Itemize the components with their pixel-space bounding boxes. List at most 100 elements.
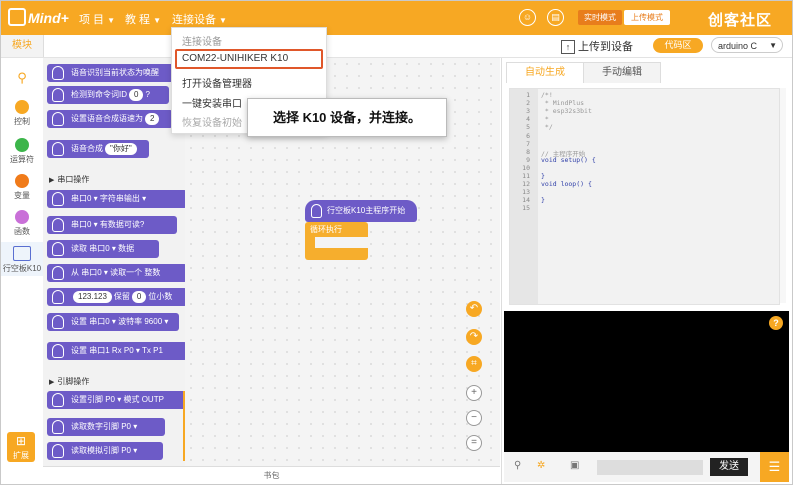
category-operators[interactable]: 运算符 <box>1 138 43 165</box>
folder-icon[interactable]: ▤ <box>547 9 564 26</box>
restore-device-init[interactable]: 恢复设备初始 <box>182 114 242 129</box>
palette-block[interactable]: 设置 串口0 ▾ 波特率 9600 ▾ <box>47 313 179 331</box>
section-label: 引脚操作 <box>57 377 90 386</box>
clear-icon[interactable]: ▣ <box>570 460 579 471</box>
zoom-reset-icon[interactable]: = <box>466 435 482 451</box>
palette-block[interactable]: 读取模拟引脚 P0 ▾ <box>47 442 163 460</box>
code-editor[interactable]: 1 /*! 2 * MindPlus 3 * esp32s3bit 4 * 5 */ 6 7 8… <box>509 88 780 305</box>
block-input[interactable]: "你好" <box>105 143 137 155</box>
instruction-callout: 选择 K10 设备，并连接。 <box>247 98 447 137</box>
upload-to-device-button[interactable]: ↑ 上传到设备 <box>561 38 633 54</box>
block-input[interactable]: 0 <box>131 291 147 303</box>
line-number: 13 <box>522 188 530 197</box>
category-variables[interactable]: 变量 <box>1 174 43 201</box>
menu-project[interactable]: 项 目 ▼ <box>79 11 115 27</box>
device-com22-k10[interactable]: COM22-UNIHIKER K10 <box>182 53 288 64</box>
category-k10[interactable]: 行空板K10 <box>1 242 43 276</box>
help-icon[interactable]: ? <box>769 316 783 330</box>
upload-mode-button[interactable]: 上传模式 <box>624 10 670 25</box>
category-dot <box>15 100 29 114</box>
category-label: 控制 <box>14 117 30 126</box>
palette-block[interactable]: 串口0 ▾ 字符串输出 ▾ <box>47 190 185 208</box>
block-text: 设置 串口0 ▾ 波特率 9600 ▾ <box>71 317 169 326</box>
code-area-toggle[interactable]: 代码区 <box>653 38 703 53</box>
block-text: 语音识别当前状态为唤醒 <box>71 68 159 77</box>
block-icon <box>52 266 64 280</box>
crop-icon[interactable]: ⌗ <box>466 356 482 372</box>
line-number: 10 <box>522 163 530 172</box>
menu-tutorial[interactable]: 教 程 ▼ <box>125 11 161 27</box>
realtime-mode-button[interactable]: 实时模式 <box>578 10 622 25</box>
open-device-manager[interactable]: 打开设备管理器 <box>182 75 252 90</box>
app-window: Mind+ 项 目 ▼ 教 程 ▼ 连接设备 ▼ ☺ ▤ 实时模式 上传模式 创客社区… <box>0 0 793 485</box>
install-serial-driver[interactable]: 一键安装串口 <box>182 95 242 110</box>
code-line: /*! <box>541 91 553 99</box>
palette-block[interactable]: 语音识别当前状态为唤醒 <box>47 64 181 82</box>
palette-block[interactable]: 设置引脚 P0 ▾ 模式 OUTP <box>47 391 185 409</box>
board-select[interactable]: arduino C ▼ <box>711 37 783 53</box>
board-select-value: arduino C <box>718 41 758 51</box>
section-serial[interactable]: ▶ 串口操作 <box>49 174 89 185</box>
code-line: } <box>541 172 545 180</box>
palette-block[interactable]: 语音合成 "你好" <box>47 140 149 158</box>
chevron-down-icon: ▼ <box>769 41 777 50</box>
block-icon <box>52 290 64 304</box>
block-icon <box>52 142 64 156</box>
palette-block[interactable]: 从 串口0 ▾ 读取一个 整数 <box>47 264 185 282</box>
zoom-in-icon[interactable]: + <box>466 385 482 401</box>
send-button[interactable]: 发送 <box>710 458 748 476</box>
palette-block[interactable]: 检测到命令词ID 0? <box>47 86 169 104</box>
usb-icon[interactable]: ⚲ <box>514 460 521 471</box>
settings-icon[interactable]: ✲ <box>537 460 545 471</box>
tab-manual-edit[interactable]: 手动编辑 <box>583 62 661 83</box>
palette-block[interactable]: 读取 串口0 ▾ 数据 <box>47 240 159 258</box>
line-number: 8 <box>526 147 530 156</box>
backpack-bar[interactable]: 书包 <box>43 466 500 484</box>
category-functions[interactable]: 函数 <box>1 210 43 237</box>
toolbar: 模块 ↑ 上传到设备 代码区 arduino C ▼ <box>1 35 792 58</box>
tab-modules[interactable]: 模块 <box>1 35 44 57</box>
palette-block[interactable]: 123.123 保留 0 位小数 <box>47 288 185 306</box>
block-icon <box>52 112 64 126</box>
palette-block[interactable]: 读取数字引脚 P0 ▾ <box>47 418 165 436</box>
search-icon: ⚲ <box>17 70 27 85</box>
palette-block[interactable]: 串口0 ▾ 有数据可读? <box>47 216 177 234</box>
zoom-out-icon[interactable]: − <box>466 410 482 426</box>
menu-connect-device[interactable]: 连接设备 ▼ <box>172 11 227 27</box>
palette-block[interactable]: 设置语音合成语速为 2 <box>47 110 173 128</box>
extension-button[interactable]: ⊞ 扩展 <box>7 432 35 462</box>
menu-icon[interactable]: ☰ <box>760 452 789 482</box>
serial-input[interactable] <box>597 460 703 475</box>
section-pins[interactable]: ▶ 引脚操作 <box>49 376 89 387</box>
emoji-icon[interactable]: ☺ <box>519 9 536 26</box>
block-text: 位小数 <box>148 292 173 301</box>
block-input[interactable]: 0 <box>129 89 144 101</box>
category-control[interactable]: 控制 <box>1 100 43 127</box>
block-text: 从 串口0 ▾ 读取一个 整数 <box>71 268 161 277</box>
dropdown-header: 连接设备 <box>182 37 222 48</box>
block-input[interactable]: 123.123 <box>73 291 112 303</box>
menu-tutorial-label: 教 程 <box>125 14 151 26</box>
code-scrollbar[interactable] <box>780 88 786 303</box>
tab-auto-generate[interactable]: 自动生成 <box>506 62 584 83</box>
category-search[interactable]: ⚲ <box>1 70 43 86</box>
line-number: 1 <box>526 91 530 99</box>
block-icon <box>52 315 64 329</box>
code-line: * MindPlus <box>541 99 585 108</box>
app-logo: Mind+ <box>8 8 69 26</box>
palette-block[interactable]: 设置 串口1 Rx P0 ▾ Tx P1 <box>47 342 185 360</box>
main-program-block[interactable]: 行空板K10主程序开始 <box>305 200 417 222</box>
loop-slot <box>315 237 368 248</box>
category-label: 变量 <box>14 191 30 200</box>
forever-loop-block[interactable]: 循环执行 <box>305 222 368 260</box>
block-icon <box>52 242 64 256</box>
undo-icon[interactable]: ↶ <box>466 301 482 317</box>
board-icon <box>13 246 31 261</box>
code-line: */ <box>541 123 553 132</box>
block-text: 设置 串口1 Rx P0 ▾ Tx P1 <box>71 346 163 355</box>
category-label: 行空板K10 <box>2 264 42 273</box>
triangle-right-icon: ▶ <box>49 379 55 386</box>
block-input[interactable]: 2 <box>145 113 160 125</box>
redo-icon[interactable]: ↷ <box>466 329 482 345</box>
block-icon <box>52 344 64 358</box>
